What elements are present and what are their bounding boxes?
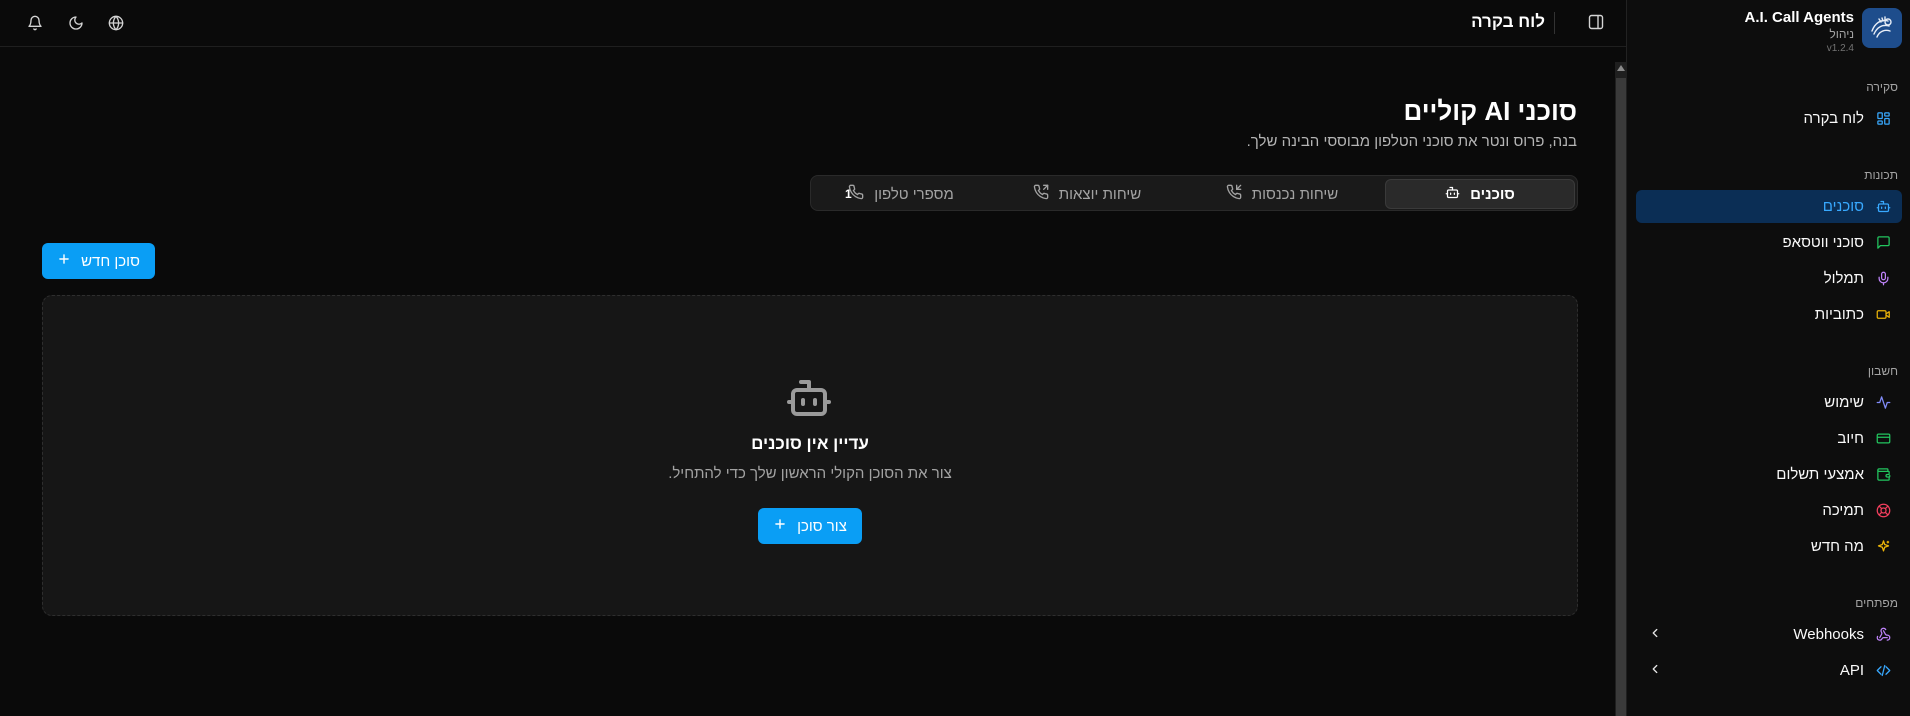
sidebar-item-label: חיוב — [1837, 430, 1864, 447]
sidebar-item-label: Webhooks — [1793, 626, 1864, 643]
sidebar-toggle-icon[interactable] — [1585, 11, 1607, 33]
bot-icon — [1445, 185, 1460, 204]
section-label-developers: מפתחים — [1855, 596, 1898, 610]
sidebar-item-label: כתוביות — [1814, 306, 1864, 323]
activity-icon — [1874, 394, 1892, 412]
sidebar-item-label: לוח בקרה — [1803, 110, 1864, 127]
chevron-left-icon — [1648, 662, 1662, 680]
top-bar: לוח בקרה — [0, 0, 1627, 47]
phone-numbers-count-badge: 1 — [845, 187, 852, 201]
sidebar-item-whats-new[interactable]: מה חדש — [1636, 530, 1902, 563]
sidebar-item-subtitles[interactable]: כתוביות — [1636, 298, 1902, 331]
webhook-icon — [1874, 626, 1892, 644]
sidebar-item-label: סוכנים — [1822, 198, 1864, 215]
section-label-overview: סקירה — [1866, 80, 1898, 94]
brand-title: A.I. Call Agents — [1744, 9, 1854, 26]
brand-version: v1.2.4 — [1826, 43, 1854, 54]
main-scrollbar[interactable] — [1615, 62, 1627, 716]
sidebar-item-webhooks[interactable]: Webhooks — [1636, 618, 1902, 651]
sidebar-item-label: תמלול — [1823, 270, 1864, 287]
sidebar-item-agents[interactable]: סוכנים — [1636, 190, 1902, 223]
empty-state-title: עדיין אין סוכנים — [751, 434, 869, 453]
tab-phone-numbers[interactable]: 1 מספרי טלפון — [815, 179, 987, 209]
sidebar-item-label: שימוש — [1824, 394, 1864, 411]
new-agent-label: סוכן חדש — [81, 252, 140, 270]
sidebar-item-support[interactable]: תמיכה — [1636, 494, 1902, 527]
tab-incoming-calls[interactable]: שיחות נכנסות — [1187, 179, 1377, 209]
tab-agents-label: סוכנים — [1470, 185, 1515, 203]
bell-icon[interactable] — [24, 12, 46, 34]
chevron-left-icon — [1648, 626, 1662, 644]
empty-state-card: עדיין אין סוכנים צור את הסוכן הקולי הראש… — [42, 295, 1578, 616]
brand-subtitle: ניהול — [1829, 27, 1854, 41]
sidebar-item-whatsapp-agents[interactable]: סוכני ווטסאפ — [1636, 226, 1902, 259]
plus-icon — [57, 252, 71, 270]
brand-logo — [1862, 8, 1902, 48]
brand-header[interactable]: A.I. Call Agents ניהול v1.2.4 — [1635, 8, 1902, 58]
agent-tabs: סוכנים שיחות נכנסות שיחות יוצאות 1 מספרי… — [810, 175, 1578, 211]
plus-icon — [773, 517, 787, 535]
globe-icon[interactable] — [105, 12, 127, 34]
scroll-up-arrow-icon[interactable] — [1617, 65, 1625, 71]
page-title: סוכני AI קוליים — [1403, 96, 1577, 126]
sidebar-item-label: תמיכה — [1822, 502, 1864, 519]
code-icon — [1874, 662, 1892, 680]
sidebar-item-billing[interactable]: חיוב — [1636, 422, 1902, 455]
new-agent-button[interactable]: סוכן חדש — [42, 243, 155, 279]
sparkles-icon — [1874, 538, 1892, 556]
section-label-account: חשבון — [1867, 364, 1898, 378]
page-breadcrumb-title: לוח בקרה — [1471, 12, 1545, 31]
tab-phone-numbers-label: מספרי טלפון — [874, 185, 954, 203]
wallet-icon — [1874, 466, 1892, 484]
bot-icon — [1874, 198, 1892, 216]
phone-outgoing-icon — [1033, 184, 1049, 204]
page-subtitle: בנה, פרוס ונטר את סוכני הטלפון מבוססי הב… — [1246, 133, 1577, 150]
bot-icon — [785, 374, 833, 427]
sidebar-item-label: מה חדש — [1810, 538, 1864, 555]
brand-text: A.I. Call Agents ניהול v1.2.4 — [1745, 9, 1854, 55]
sidebar-item-usage[interactable]: שימוש — [1636, 386, 1902, 419]
mic-icon — [1874, 270, 1892, 288]
sidebar-item-label: API — [1839, 662, 1864, 679]
dashboard-icon — [1874, 110, 1892, 128]
tab-agents[interactable]: סוכנים — [1385, 179, 1575, 209]
credit-card-icon — [1874, 430, 1892, 448]
sidebar: A.I. Call Agents ניהול v1.2.4 סקירה לוח … — [1627, 0, 1910, 716]
tab-incoming-label: שיחות נכנסות — [1251, 185, 1339, 203]
section-label-features: תכונות — [1864, 168, 1898, 182]
phone-incoming-icon — [1226, 184, 1242, 204]
empty-state-subtitle: צור את הסוכן הקולי הראשון שלך כדי להתחיל… — [668, 465, 952, 482]
tab-outgoing-calls[interactable]: שיחות יוצאות — [992, 179, 1182, 209]
topbar-separator — [1554, 12, 1555, 34]
sidebar-item-payment-methods[interactable]: אמצעי תשלום — [1636, 458, 1902, 491]
tab-outgoing-label: שיחות יוצאות — [1058, 185, 1142, 203]
moon-icon[interactable] — [65, 12, 87, 34]
sidebar-item-dashboard[interactable]: לוח בקרה — [1636, 102, 1902, 135]
sidebar-item-api[interactable]: API — [1636, 654, 1902, 687]
message-icon — [1874, 234, 1892, 252]
sidebar-item-label: אמצעי תשלום — [1776, 466, 1864, 483]
create-agent-button[interactable]: צור סוכן — [758, 508, 862, 544]
sidebar-item-transcription[interactable]: תמלול — [1636, 262, 1902, 295]
sidebar-item-label: סוכני ווטסאפ — [1782, 234, 1865, 251]
scrollbar-thumb[interactable] — [1616, 78, 1626, 716]
lifebuoy-icon — [1874, 502, 1892, 520]
video-icon — [1874, 306, 1892, 324]
create-agent-label: צור סוכן — [797, 517, 847, 535]
app-root: לוח בקרה סוכני AI קוליים בנה, פרוס ונטר … — [0, 0, 1910, 716]
